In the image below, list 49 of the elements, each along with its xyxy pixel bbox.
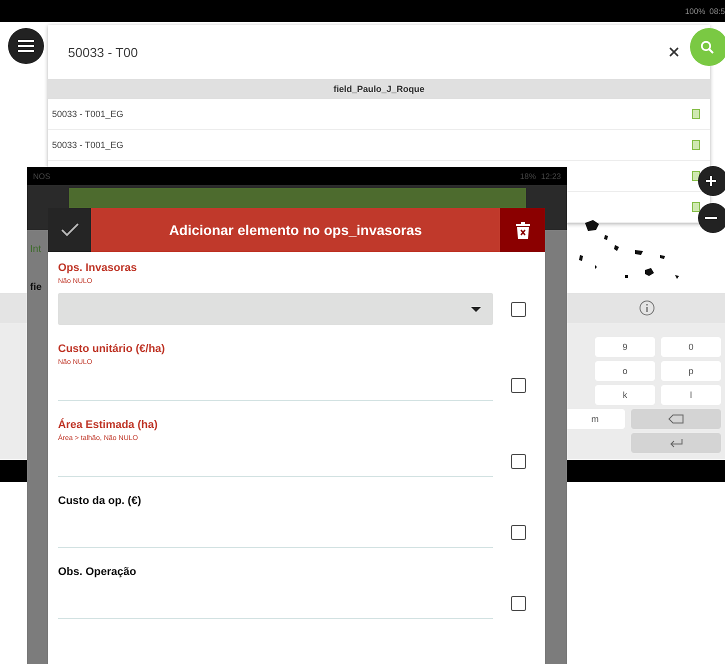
keyboard-key[interactable]: l	[661, 385, 721, 405]
battery-level: 100%	[684, 6, 706, 16]
trash-icon	[516, 222, 530, 238]
field-label: Ops. Invasoras	[58, 262, 138, 274]
keyboard-key[interactable]: 0	[661, 337, 721, 357]
cut-label: fie	[30, 282, 42, 293]
keyboard-key[interactable]: 9	[595, 337, 655, 357]
keyboard-key[interactable]: m	[565, 409, 625, 429]
backspace-icon	[668, 414, 684, 424]
keyboard-key[interactable]: p	[661, 361, 721, 381]
search-icon	[700, 40, 714, 54]
field-label: Obs. Operação	[58, 566, 138, 578]
document-icon	[692, 109, 700, 119]
info-icon[interactable]	[639, 300, 655, 316]
menu-icon	[18, 39, 34, 53]
keyboard-key[interactable]: k	[595, 385, 655, 405]
confirm-button[interactable]	[48, 208, 91, 252]
clock: 08:5	[709, 6, 725, 16]
zoom-out-button[interactable]	[698, 203, 725, 233]
close-icon	[669, 47, 679, 57]
search-field[interactable]: 50033 - T00	[48, 44, 662, 60]
result-row[interactable]: 50033 - T001_EG	[48, 130, 710, 161]
document-icon	[692, 171, 700, 181]
dialog-title: Adicionar elemento no ops_invasoras	[91, 208, 500, 252]
field-label: Custo da op. (€)	[58, 495, 142, 507]
field-label: Custo unitário (€/ha)	[58, 343, 166, 355]
carrier-name: NOS	[33, 172, 50, 180]
checkbox[interactable]	[511, 596, 526, 611]
clock: 12:23	[540, 172, 561, 180]
field-label: Área Estimada (ha)	[58, 419, 159, 431]
caret-icon	[471, 306, 481, 312]
checkbox[interactable]	[511, 454, 526, 469]
plus-icon	[705, 175, 717, 187]
check-icon	[60, 223, 78, 237]
document-icon	[692, 140, 700, 150]
checkbox[interactable]	[511, 378, 526, 393]
keyboard-key[interactable]: o	[595, 361, 655, 381]
checkbox[interactable]	[511, 302, 526, 317]
backspace-key[interactable]	[631, 409, 721, 429]
menu-button[interactable]	[8, 28, 44, 64]
document-icon	[692, 202, 700, 212]
result-row[interactable]: 50033 - T001_EG	[48, 99, 710, 130]
battery-level: 18%	[520, 172, 536, 180]
delete-button[interactable]	[500, 208, 545, 252]
group-header: field_Paulo_J_Roque	[48, 79, 710, 99]
checkbox[interactable]	[511, 525, 526, 540]
cut-label: Int	[30, 244, 42, 255]
minus-icon	[705, 217, 717, 219]
enter-icon	[669, 438, 683, 448]
